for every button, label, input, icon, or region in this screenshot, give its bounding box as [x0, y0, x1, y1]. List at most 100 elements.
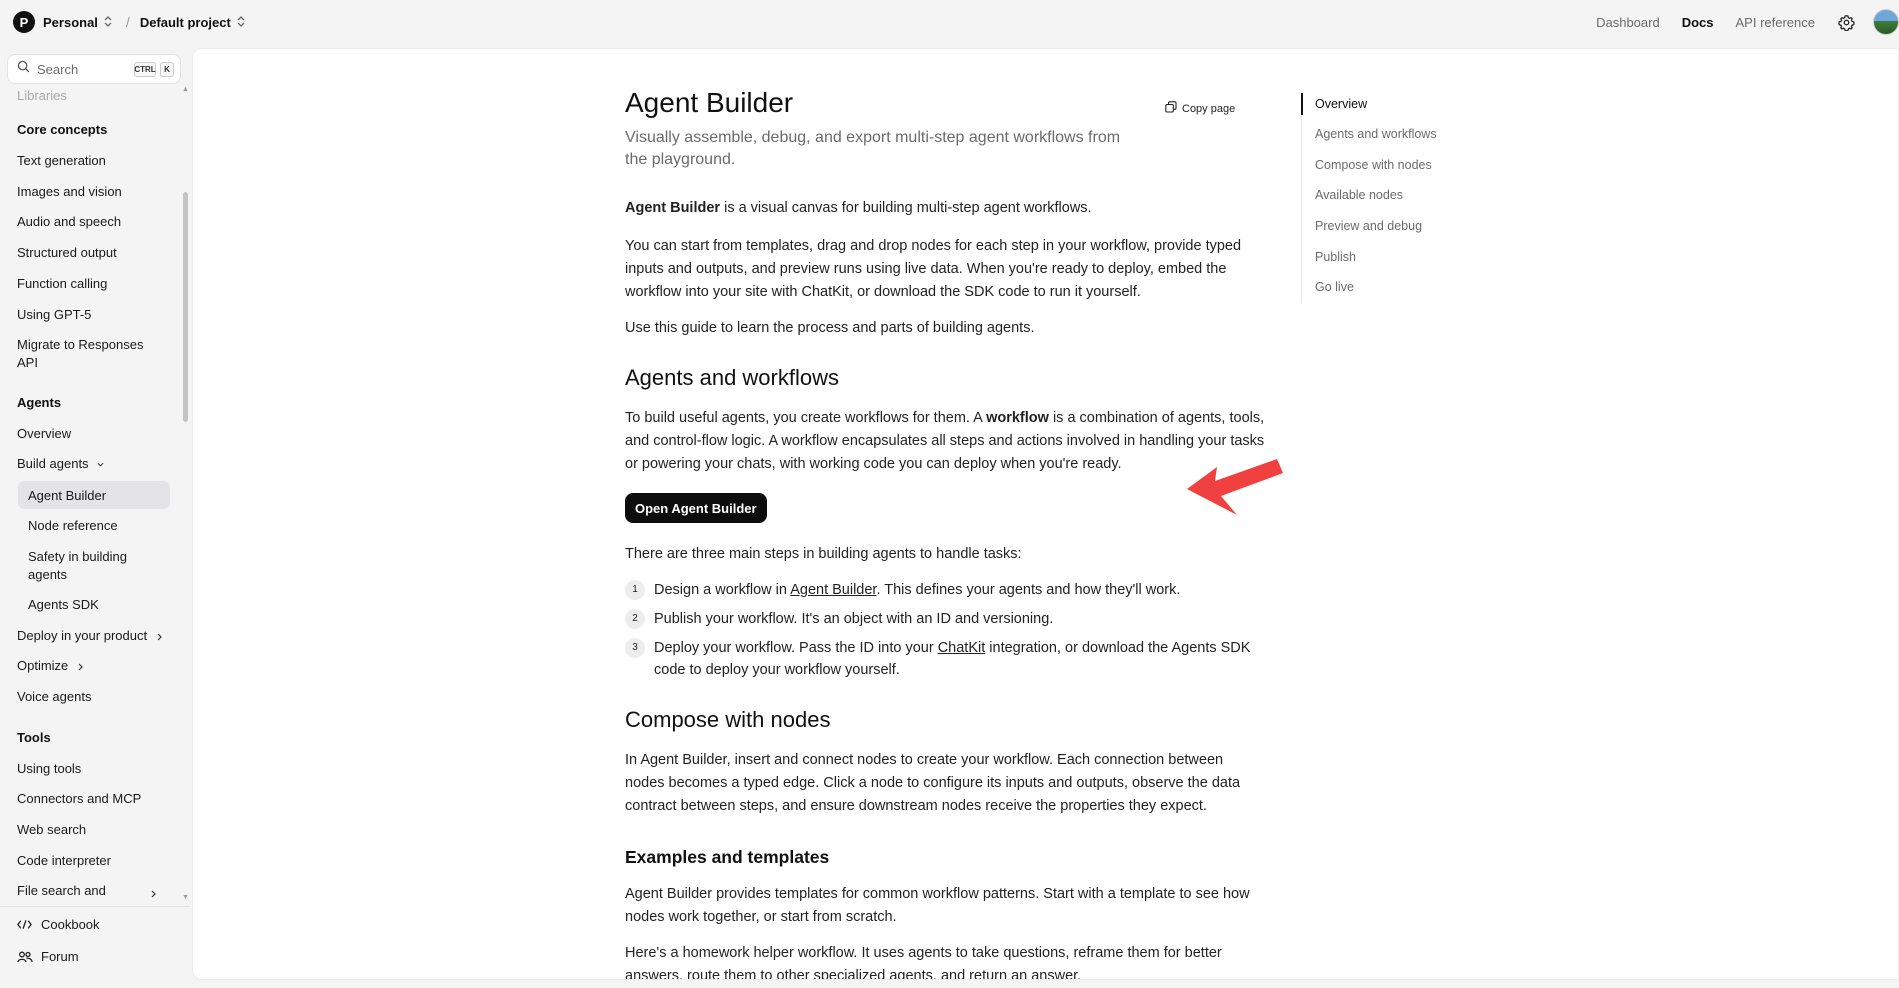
step-number: 3	[625, 638, 645, 658]
homework-paragraph: Here's a homework helper workflow. It us…	[625, 945, 1222, 980]
sidebar-item-safety[interactable]: Safety in building	[28, 549, 127, 564]
toc-item-available-nodes[interactable]: Available nodes	[1315, 188, 1403, 202]
org-name: Personal	[43, 14, 98, 30]
search-input[interactable]: Search CTRL K	[7, 54, 181, 84]
page-title: Agent Builder	[625, 87, 794, 118]
sidebar-item-deploy[interactable]: Deploy in your product	[17, 628, 162, 643]
chevron-right-icon	[78, 663, 83, 670]
copy-icon	[1165, 101, 1177, 116]
intro-bold: Agent Builder	[625, 200, 721, 216]
sidebar-item-function-calling[interactable]: Function calling	[17, 276, 107, 291]
org-switcher[interactable]: P Personal	[13, 11, 112, 33]
copy-page-label: Copy page	[1182, 102, 1236, 115]
sidebar-item-using-tools[interactable]: Using tools	[17, 761, 81, 776]
sidebar-item-voice-agents[interactable]: Voice agents	[17, 689, 91, 704]
heading-compose-with-nodes: Compose with nodes	[625, 707, 831, 732]
agent-builder-link[interactable]: Agent Builder	[790, 582, 876, 598]
toc-item-go-live[interactable]: Go live	[1315, 280, 1354, 294]
project-switcher[interactable]: Default project	[140, 15, 245, 30]
intro-paragraph: Agent Builder is a visual canvas for bui…	[625, 197, 1265, 220]
settings-gear-icon[interactable]	[1837, 13, 1855, 31]
sidebar-item-cookbook[interactable]: Cookbook	[17, 917, 100, 932]
workflow-paragraph: To build useful agents, you create workf…	[625, 407, 1265, 476]
sidebar-item-text-generation[interactable]: Text generation	[17, 153, 106, 168]
deploy-label: Deploy in your product	[17, 628, 148, 643]
sidebar-item-libraries[interactable]: Libraries	[17, 90, 67, 103]
step-text-post: . This defines your agents and how they'…	[876, 582, 1181, 598]
nav-docs[interactable]: Docs	[1682, 15, 1714, 30]
section-agents: Agents	[17, 395, 62, 410]
shortcut-k: K	[160, 62, 174, 77]
nav-api-reference[interactable]: API reference	[1736, 15, 1816, 30]
step-text-pre: Deploy your workflow. Pass the ID into y…	[654, 640, 938, 656]
toc-active-indicator	[1301, 93, 1303, 115]
scroll-down-arrow-icon[interactable]: ▼	[182, 894, 189, 901]
chevron-right-icon	[151, 890, 156, 898]
heading-examples-templates: Examples and templates	[625, 847, 830, 867]
sidebar-item-images-vision[interactable]: Images and vision	[17, 184, 122, 199]
step-text: Design a workflow in Agent Builder. This…	[654, 579, 1180, 601]
sidebar-item-build-agents[interactable]: Build agents	[17, 456, 104, 471]
sidebar-scrollbar[interactable]	[183, 192, 188, 422]
compose-paragraph: In Agent Builder, insert and connect nod…	[625, 752, 1241, 814]
chevron-updown-icon	[104, 15, 112, 29]
sidebar-item-audio-speech[interactable]: Audio and speech	[17, 214, 121, 229]
chevron-down-icon	[97, 462, 104, 467]
step-item: 2 Publish your workflow. It's an object …	[625, 608, 1265, 630]
sidebar-item-file-search[interactable]: File search and	[17, 883, 106, 898]
open-agent-builder-button[interactable]: Open Agent Builder	[625, 493, 767, 523]
top-bar: P Personal / Default project Dashboard D…	[0, 0, 1899, 44]
top-nav: Dashboard Docs API reference	[1574, 0, 1899, 44]
breadcrumb-separator: /	[125, 14, 130, 30]
chevron-right-icon	[157, 633, 162, 640]
sidebar-item-forum[interactable]: Forum	[17, 949, 79, 964]
toc-item-preview-debug[interactable]: Preview and debug	[1315, 219, 1422, 233]
toc-item-compose-nodes[interactable]: Compose with nodes	[1315, 158, 1432, 172]
section-tools: Tools	[17, 730, 51, 745]
build-agents-label: Build agents	[17, 456, 89, 471]
sidebar-item-migrate-responses-line2[interactable]: API	[17, 355, 38, 370]
step-item: 3 Deploy your workflow. Pass the ID into…	[625, 637, 1265, 681]
step-text: Deploy your workflow. Pass the ID into y…	[654, 637, 1265, 681]
intro-text: is a visual canvas for building multi-st…	[720, 200, 1092, 216]
sidebar-item-migrate-responses[interactable]: Migrate to Responses	[17, 337, 143, 352]
step-number: 2	[625, 609, 645, 629]
code-icon	[17, 919, 33, 930]
sidebar-item-code-interpreter[interactable]: Code interpreter	[17, 853, 111, 868]
page-subtitle: Visually assemble, debug, and export mul…	[625, 129, 1121, 168]
overview-paragraph: You can start from templates, drag and d…	[625, 238, 1242, 300]
section-core-concepts: Core concepts	[17, 122, 108, 137]
sidebar-item-connectors-mcp[interactable]: Connectors and MCP	[17, 791, 141, 806]
workflow-bold: workflow	[986, 410, 1049, 426]
people-icon	[17, 951, 33, 963]
sidebar-item-safety-line2[interactable]: agents	[28, 567, 67, 582]
org-logo: P	[13, 11, 35, 33]
optimize-label: Optimize	[17, 658, 69, 673]
nav-dashboard[interactable]: Dashboard	[1596, 15, 1660, 30]
sidebar-item-structured-output[interactable]: Structured output	[17, 245, 117, 260]
workflow-text-pre: To build useful agents, you create workf…	[625, 410, 987, 426]
main-panel: Agent Builder Copy page Visually assembl…	[192, 48, 1899, 980]
annotation-arrow-icon	[1187, 459, 1283, 515]
table-of-contents: Overview Agents and workflows Compose wi…	[1301, 93, 1501, 303]
scroll-up-arrow-icon[interactable]: ▲	[182, 86, 189, 93]
sidebar-item-agent-builder[interactable]: Agent Builder	[28, 488, 106, 503]
sidebar-item-agents-overview[interactable]: Overview	[17, 426, 71, 441]
guide-paragraph: Use this guide to learn the process and …	[625, 320, 1035, 336]
sidebar-item-agents-sdk[interactable]: Agents SDK	[28, 597, 99, 612]
toc-item-publish[interactable]: Publish	[1315, 250, 1356, 264]
chatkit-link[interactable]: ChatKit	[938, 640, 986, 656]
sidebar-item-node-reference[interactable]: Node reference	[28, 518, 118, 533]
toc-item-agents-workflows[interactable]: Agents and workflows	[1315, 127, 1437, 141]
toc-item-overview[interactable]: Overview	[1315, 97, 1367, 111]
user-avatar[interactable]	[1873, 9, 1899, 35]
sidebar-item-web-search[interactable]: Web search	[17, 822, 86, 837]
step-number: 1	[625, 580, 645, 600]
copy-page-button[interactable]: Copy page	[1165, 101, 1235, 116]
sidebar-divider	[0, 906, 190, 907]
sidebar: Search CTRL K Libraries Core concepts Te…	[0, 44, 192, 988]
chevron-updown-icon	[237, 15, 245, 29]
examples-paragraph: Agent Builder provides templates for com…	[625, 886, 1250, 925]
sidebar-item-using-gpt5[interactable]: Using GPT-5	[17, 307, 91, 322]
sidebar-item-optimize[interactable]: Optimize	[17, 658, 83, 673]
